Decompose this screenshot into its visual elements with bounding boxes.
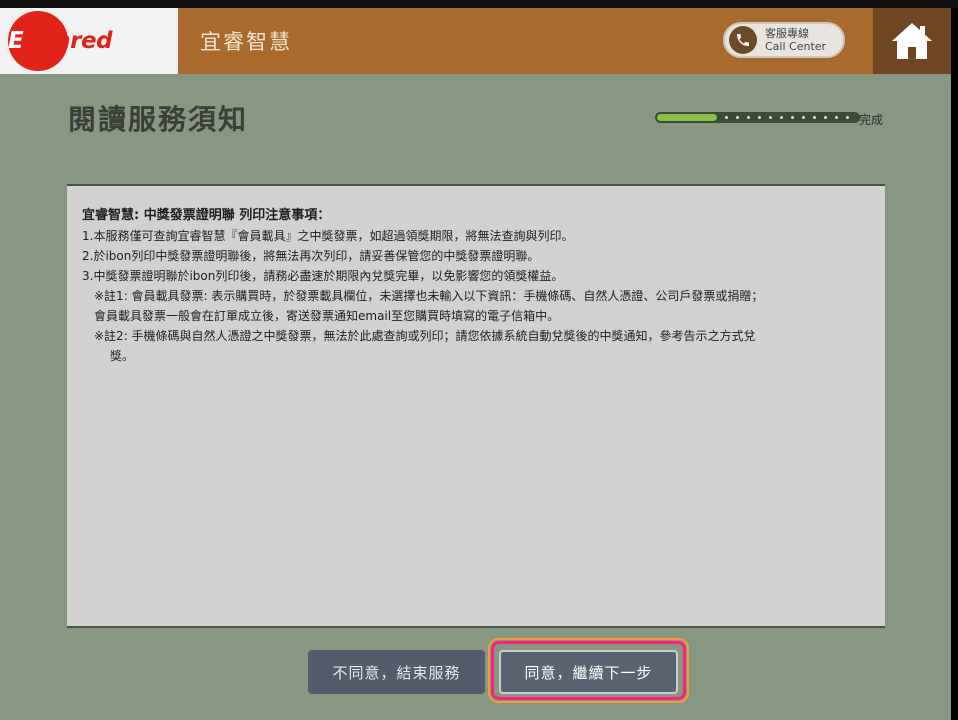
logo-text: Edenred <box>8 28 113 54</box>
notice-note1-cont: 會員載具發票一般會在訂單成立後，寄送發票通知email至您購買時填寫的電子信箱中… <box>94 309 560 323</box>
main-area: 閱讀服務須知 完成 宜睿智慧: 中獎發票證明聯 列印注意事項： 1.本服務僅可查… <box>0 74 951 720</box>
right-edge <box>951 8 958 720</box>
edenred-logo[interactable]: Edenred <box>0 8 178 74</box>
logo-rest: denred <box>23 28 113 54</box>
notice-note2: ※註2: 手機條碼與自然人憑證之中獎發票，無法於此處查詢或列印；請您依據系統自動… <box>94 329 756 343</box>
brand-bar: 宜睿智慧 客服專線 Call Center <box>178 8 873 74</box>
notice-heading: 宜睿智慧: 中獎發票證明聯 列印注意事項： <box>82 208 331 223</box>
notice-panel: 宜睿智慧: 中獎發票證明聯 列印注意事項： 1.本服務僅可查詢宜睿智慧『會員載具… <box>67 184 885 628</box>
home-button[interactable] <box>873 8 951 74</box>
notice-item: 1.本服務僅可查詢宜睿智慧『會員載具』之中獎發票，如超過領獎期限，將無法查詢與列… <box>82 229 574 243</box>
progress-bar <box>655 112 860 123</box>
progress-dot <box>791 116 794 119</box>
progress-label: 完成 <box>859 113 884 127</box>
disagree-button[interactable]: 不同意，結束服務 <box>308 650 485 694</box>
progress-dot <box>824 116 827 119</box>
progress-fill <box>657 114 717 121</box>
notice-note1: ※註1: 會員載具發票: 表示購買時，於發票載具欄位，未選擇也未輸入以下資訊：手… <box>94 289 764 303</box>
progress-dot <box>736 116 739 119</box>
call-center-line1: 客服專線 <box>765 27 809 40</box>
progress-dot <box>802 116 805 119</box>
notice-item: 2.於ibon列印中獎發票證明聯後，將無法再次列印，請妥善保管您的中獎發票證明聯… <box>82 249 540 263</box>
progress-dot <box>780 116 783 119</box>
phone-icon <box>729 26 757 54</box>
call-center-label: 客服專線 Call Center <box>765 27 826 53</box>
progress-dot <box>813 116 816 119</box>
call-center-button[interactable]: 客服專線 Call Center <box>723 22 845 58</box>
progress-dot <box>758 116 761 119</box>
notice-item: 3.中獎發票證明聯於ibon列印後，請務必盡速於期限內兌獎完畢，以免影響您的領獎… <box>82 269 564 283</box>
progress-dot <box>846 116 849 119</box>
notice-note2-cont: 獎。 <box>110 349 135 363</box>
agree-button[interactable]: 同意，繼續下一步 <box>499 650 678 694</box>
call-center-line2: Call Center <box>765 40 827 53</box>
progress-dot <box>769 116 772 119</box>
top-edge <box>0 0 958 8</box>
brand-title: 宜睿智慧 <box>200 30 292 54</box>
header: Edenred 宜睿智慧 客服專線 Call Center <box>0 8 951 74</box>
home-icon <box>892 23 932 59</box>
progress-dot <box>747 116 750 119</box>
progress-dot <box>725 116 728 119</box>
logo-lead: E <box>8 28 24 54</box>
progress-dot <box>835 116 838 119</box>
page-title: 閱讀服務須知 <box>68 103 249 136</box>
